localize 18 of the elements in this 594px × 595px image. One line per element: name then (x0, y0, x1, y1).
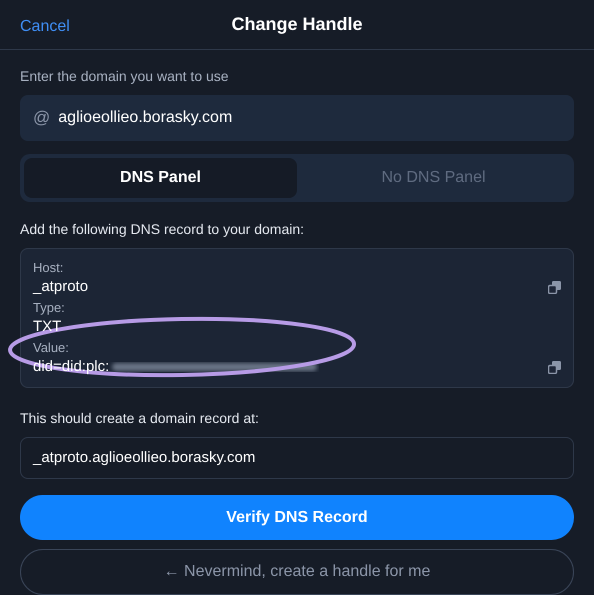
record-label: Host: (33, 259, 64, 277)
verify-button[interactable]: Verify DNS Record (20, 495, 574, 540)
domain-field[interactable]: @ aglioeollieo.borasky.com (20, 95, 574, 141)
segment-tab[interactable]: DNS Panel (24, 158, 297, 198)
record-address: _atproto.aglioeollieo.borasky.com (33, 448, 256, 468)
record-label: Value: (33, 339, 70, 357)
dialog-title: Change Handle (231, 13, 363, 36)
at-sign: @ (33, 107, 50, 130)
copy-icon[interactable] (548, 360, 561, 374)
nevermind-button[interactable]: ← Nevermind, create a handle for me (20, 549, 574, 595)
record-label: Type: (33, 299, 66, 317)
domain-value: aglioeollieo.borasky.com (58, 108, 232, 128)
copy-icon[interactable] (548, 280, 561, 294)
field-label: Enter the domain you want to use (20, 67, 230, 86)
instruction-text: Add the following DNS record to your domain: (20, 220, 306, 239)
record-value: _atproto (33, 277, 88, 297)
cancel-button[interactable]: Cancel (20, 15, 70, 39)
instruction-text: This should create a domain record at: (20, 409, 260, 428)
